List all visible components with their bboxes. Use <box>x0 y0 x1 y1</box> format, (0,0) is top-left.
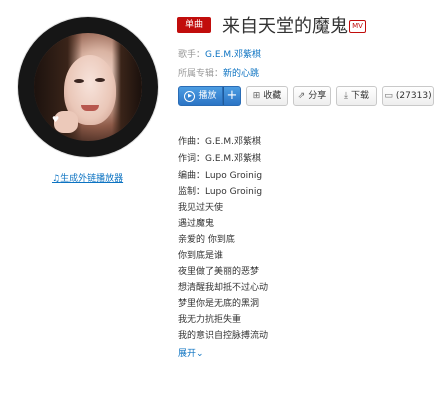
mv-icon[interactable]: MV <box>349 20 366 33</box>
lyric-line: 作曲：G.E.M.邓紫棋 <box>178 137 262 147</box>
folder-plus-icon: ⊞ <box>252 91 261 101</box>
song-title: 来自天堂的魔鬼 <box>222 16 348 37</box>
external-player-link-label: 生成外链播放器 <box>60 174 124 184</box>
lyric-line: 作词：G.E.M.邓紫棋 <box>178 154 262 164</box>
comment-button[interactable]: ▭ (27313) <box>382 86 434 106</box>
album-row: 所属专辑：新的心跳 <box>178 66 259 79</box>
comment-icon: ▭ <box>384 91 393 101</box>
lyric-line: 我的意识自控脉搏流动 <box>178 331 269 341</box>
album-label: 所属专辑： <box>178 69 224 79</box>
expand-lyrics-label: 展开 <box>178 349 197 359</box>
lyric-line: 监制：Lupo Groinig <box>178 187 263 197</box>
expand-lyrics-link[interactable]: 展开⌄ <box>178 346 204 359</box>
single-badge: 单曲 <box>177 17 211 33</box>
play-circle-icon: ▶ <box>184 90 196 102</box>
lyric-line: 编曲：Lupo Groinig <box>178 171 263 181</box>
download-button-label: 下载 <box>350 91 369 101</box>
singer-label: 歌手： <box>178 50 206 60</box>
favorite-button-label: 收藏 <box>263 91 282 101</box>
album-link[interactable]: 新的心跳 <box>223 69 259 79</box>
share-icon: ⇗ <box>297 91 306 101</box>
cover-eye-right <box>95 78 105 82</box>
favorite-button[interactable]: ⊞ 收藏 <box>246 86 288 106</box>
lyric-line: 梦里你是无底的黑洞 <box>178 299 260 309</box>
heart-icon: ♥ <box>52 115 60 124</box>
lyric-line: 我无力抗拒失重 <box>178 315 242 325</box>
singer-link[interactable]: G.E.M.邓紫棋 <box>205 50 261 60</box>
lyric-line: 夜里做了美丽的恶梦 <box>178 267 260 277</box>
lyric-line: 亲爱的 你到底 <box>178 235 235 245</box>
lyric-line: 想清醒我却抵不过心动 <box>178 283 269 293</box>
album-cover-image[interactable]: ♥ <box>34 33 142 141</box>
download-button[interactable]: ⤓ 下载 <box>336 86 377 106</box>
download-icon: ⤓ <box>344 91 348 101</box>
chevron-down-icon: ⌄ <box>196 349 204 359</box>
singer-row: 歌手：G.E.M.邓紫棋 <box>178 47 261 60</box>
cover-eye-left <box>74 79 84 83</box>
lyric-line: 我见过天使 <box>178 203 224 213</box>
play-button-label: 播放 <box>198 91 217 101</box>
add-to-playlist-button[interactable]: + <box>223 86 241 106</box>
lyric-line: 遇过魔鬼 <box>178 219 215 229</box>
share-button[interactable]: ⇗ 分享 <box>293 86 331 106</box>
music-note-icon: ♫ <box>52 174 61 184</box>
lyric-line: 你到底是谁 <box>178 251 224 261</box>
cover-hair-right <box>112 33 142 141</box>
share-button-label: 分享 <box>308 91 327 101</box>
play-button[interactable]: ▶ 播放 <box>178 86 223 106</box>
comment-count: (27313) <box>395 91 432 101</box>
external-player-link[interactable]: ♫生成外链播放器 <box>52 171 123 184</box>
